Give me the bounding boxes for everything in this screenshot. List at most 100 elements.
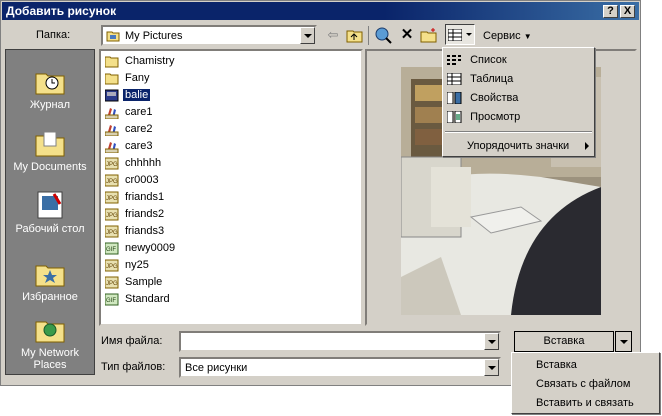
place-desktop[interactable]: Рабочий стол [6,190,94,235]
views-dropdown-icon [466,33,472,36]
file-name: friands3 [125,225,165,238]
file-list-item[interactable]: JPG friands2 [105,206,166,222]
paint-file-icon [105,107,119,119]
delete-icon[interactable]: ✕ [397,25,417,45]
views-menu: Список Таблица Свойства Просмотр Упорядо… [442,47,595,157]
folder-combo[interactable]: My Pictures [101,25,317,46]
insert-menu-item-insert[interactable]: Вставка [536,356,577,374]
insert-dropdown-button[interactable] [615,331,632,352]
up-folder-icon[interactable] [345,25,365,45]
place-my-documents[interactable]: My Documents [6,128,94,173]
details-view-icon [446,72,462,86]
insert-menu: Вставка Связать с файлом Вставить и связ… [511,352,660,414]
service-dropdown-icon: ▼ [523,32,532,41]
insert-button-label: Вставка [543,335,585,347]
file-name: balie [123,89,151,102]
network-folder-icon [35,321,65,343]
file-list-item[interactable]: JPG chhhhh [105,155,163,171]
views-icon [448,29,462,41]
submenu-arrow-icon [585,142,589,150]
insert-dropdown-icon [620,340,628,344]
svg-text:JPG: JPG [106,213,118,219]
menu-item-label: Просмотр [470,111,521,123]
file-name: cr0003 [125,174,159,187]
views-button[interactable] [445,24,475,45]
svg-text:JPG: JPG [106,196,118,202]
menu-item-label: Свойства [470,92,519,104]
insert-menu-item-link[interactable]: Связать с файлом [536,375,630,393]
svg-text:JPG: JPG [106,230,118,236]
svg-text:JPG: JPG [106,179,118,185]
favorites-folder-icon [35,265,65,287]
file-list-item[interactable]: JPG Sample [105,274,164,290]
file-list-item[interactable]: JPG friands1 [105,189,166,205]
jpeg-file-icon: JPG [105,157,119,170]
menu-item-properties[interactable]: Свойства [445,89,518,107]
filename-label: Имя файла: [101,335,163,347]
file-list-item[interactable]: Fany [105,70,151,86]
menu-item-label: Таблица [470,73,514,85]
menu-item-list[interactable]: Список [445,51,507,69]
gif-file-icon: GIF [105,293,119,306]
filetype-dropdown-button[interactable] [484,359,499,376]
search-web-icon[interactable] [373,25,393,45]
title-bar: Добавить рисунок ? X [2,2,639,20]
jpeg-file-icon: JPG [105,225,119,238]
file-name: care2 [125,123,153,136]
svg-text:GIF: GIF [106,298,116,304]
svg-text:JPG: JPG [106,264,118,270]
file-name: care3 [125,140,153,153]
file-name: Sample [125,276,163,289]
insert-button[interactable]: Вставка [514,331,614,352]
file-list-item[interactable]: care3 [105,138,155,154]
file-list-item[interactable]: JPG cr0003 [105,172,161,188]
place-network[interactable]: My Network Places [6,314,94,371]
jpeg-file-icon: JPG [105,174,119,187]
new-folder-icon[interactable] [419,25,439,45]
menu-item-table[interactable]: Таблица [445,70,513,88]
menu-item-preview[interactable]: Просмотр [445,108,520,126]
svg-text:JPG: JPG [106,162,118,168]
insert-menu-item-insert-and-link[interactable]: Вставить и связать [536,394,634,412]
file-list-item[interactable]: care2 [105,121,155,137]
file-name: care1 [125,106,153,119]
folder-dropdown-button[interactable] [300,27,315,44]
list-view-icon [447,55,461,66]
file-list-item[interactable]: balie [105,87,151,103]
filename-dropdown-button[interactable] [484,333,499,350]
file-list-item[interactable]: JPG friands3 [105,223,166,239]
window-title: Добавить рисунок [6,4,117,18]
file-list-item[interactable]: GIF Standard [105,291,172,307]
history-folder-icon [35,73,65,95]
place-favorites[interactable]: Избранное [6,258,94,303]
place-label: My Documents [13,161,87,173]
filename-combo[interactable] [179,331,501,352]
menu-item-label: Список [470,54,507,66]
file-list-item[interactable]: care1 [105,104,155,120]
filetype-combo[interactable]: Все рисунки [179,357,501,378]
paint-file-icon [105,141,119,153]
desktop-icon [37,191,63,219]
file-list-item[interactable]: GIF newy0009 [105,240,177,256]
properties-view-icon [446,91,462,105]
gif-file-icon: GIF [105,242,119,255]
jpeg-file-icon: JPG [105,208,119,221]
close-button[interactable]: X [620,5,635,18]
menu-separator [445,131,592,133]
folder-icon [105,56,119,68]
paint-file-icon [105,124,119,136]
place-history[interactable]: Журнал [6,66,94,111]
svg-text:GIF: GIF [106,247,116,253]
back-icon[interactable]: ⇦ [323,25,343,45]
file-list[interactable]: Chamistry Fany balie care1 care2 care3 JPG chhh… [99,49,363,326]
file-list-item[interactable]: Chamistry [105,53,177,69]
file-name: chhhhh [125,157,162,170]
help-button[interactable]: ? [603,5,618,18]
service-menu[interactable]: Сервис ▼ [483,30,532,42]
jpeg-file-icon: JPG [105,191,119,204]
documents-folder-icon [35,131,65,157]
jpeg-file-icon: JPG [105,276,119,289]
menu-item-arrange-icons[interactable]: Упорядочить значки [467,137,569,155]
place-label: Избранное [22,291,78,303]
file-list-item[interactable]: JPG ny25 [105,257,151,273]
